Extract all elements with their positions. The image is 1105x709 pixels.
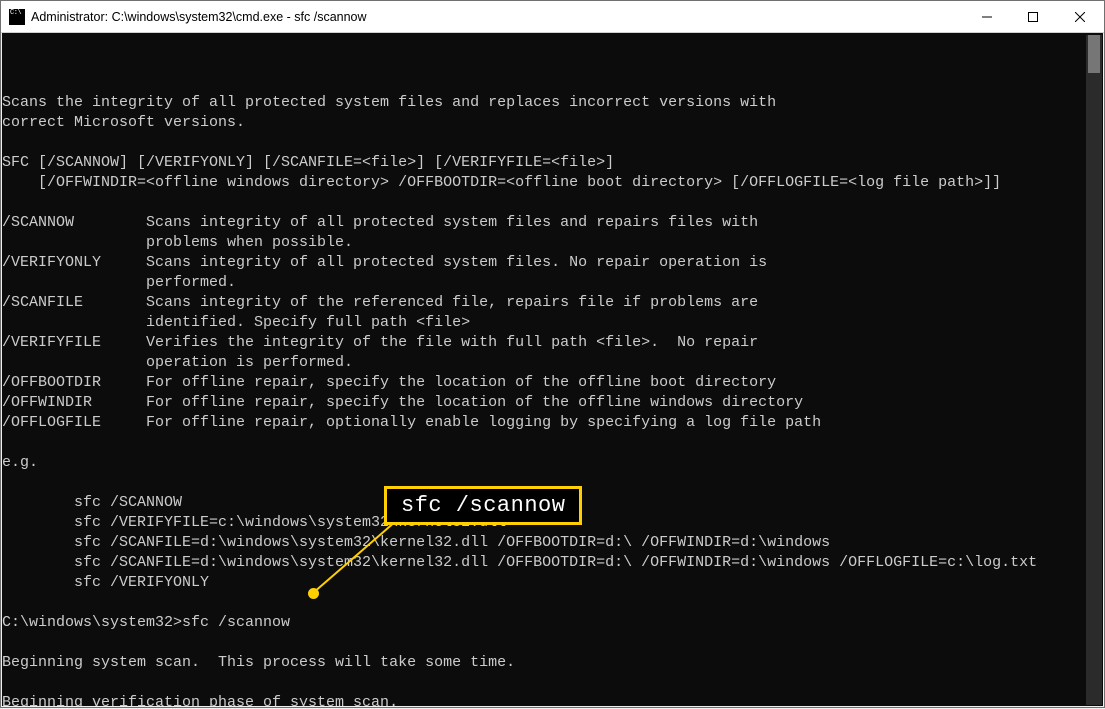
window-controls bbox=[964, 1, 1104, 32]
console-line: /OFFWINDIR For offline repair, specify t… bbox=[2, 393, 1103, 413]
console-line: /VERIFYONLY Scans integrity of all prote… bbox=[2, 253, 1103, 273]
console-line: [/OFFWINDIR=<offline windows directory> … bbox=[2, 173, 1103, 193]
console-line bbox=[2, 673, 1103, 693]
maximize-button[interactable] bbox=[1010, 1, 1056, 32]
console-line: /VERIFYFILE Verifies the integrity of th… bbox=[2, 333, 1103, 353]
cmd-icon bbox=[9, 9, 25, 25]
console-line: e.g. bbox=[2, 453, 1103, 473]
scrollbar-thumb[interactable] bbox=[1088, 35, 1100, 73]
console-line: sfc /VERIFYONLY bbox=[2, 573, 1103, 593]
console-line: problems when possible. bbox=[2, 233, 1103, 253]
console-terminal[interactable]: Scans the integrity of all protected sys… bbox=[2, 33, 1103, 706]
console-line: SFC [/SCANNOW] [/VERIFYONLY] [/SCANFILE=… bbox=[2, 153, 1103, 173]
console-line: /SCANFILE Scans integrity of the referen… bbox=[2, 293, 1103, 313]
annotation-callout: sfc /scannow bbox=[384, 486, 582, 525]
close-button[interactable] bbox=[1056, 1, 1104, 32]
console-line: correct Microsoft versions. bbox=[2, 113, 1103, 133]
console-line: /OFFLOGFILE For offline repair, optional… bbox=[2, 413, 1103, 433]
minimize-button[interactable] bbox=[964, 1, 1010, 32]
console-line bbox=[2, 433, 1103, 453]
console-line bbox=[2, 193, 1103, 213]
titlebar: Administrator: C:\windows\system32\cmd.e… bbox=[1, 1, 1104, 33]
annotation-text: sfc /scannow bbox=[401, 493, 565, 518]
console-line: /SCANNOW Scans integrity of all protecte… bbox=[2, 213, 1103, 233]
console-line: Scans the integrity of all protected sys… bbox=[2, 93, 1103, 113]
annotation-dot bbox=[308, 588, 319, 599]
console-line: Beginning verification phase of system s… bbox=[2, 693, 1103, 706]
console-line: Beginning system scan. This process will… bbox=[2, 653, 1103, 673]
console-line: /OFFBOOTDIR For offline repair, specify … bbox=[2, 373, 1103, 393]
console-line: sfc /SCANFILE=d:\windows\system32\kernel… bbox=[2, 553, 1103, 573]
console-line bbox=[2, 633, 1103, 653]
console-line bbox=[2, 593, 1103, 613]
console-line: C:\windows\system32>sfc /scannow bbox=[2, 613, 1103, 633]
console-line bbox=[2, 133, 1103, 153]
console-line: identified. Specify full path <file> bbox=[2, 313, 1103, 333]
console-line: sfc /SCANFILE=d:\windows\system32\kernel… bbox=[2, 533, 1103, 553]
vertical-scrollbar[interactable] bbox=[1086, 35, 1102, 705]
console-line: performed. bbox=[2, 273, 1103, 293]
console-line: operation is performed. bbox=[2, 353, 1103, 373]
console-line bbox=[2, 73, 1103, 93]
window-title: Administrator: C:\windows\system32\cmd.e… bbox=[31, 10, 367, 24]
